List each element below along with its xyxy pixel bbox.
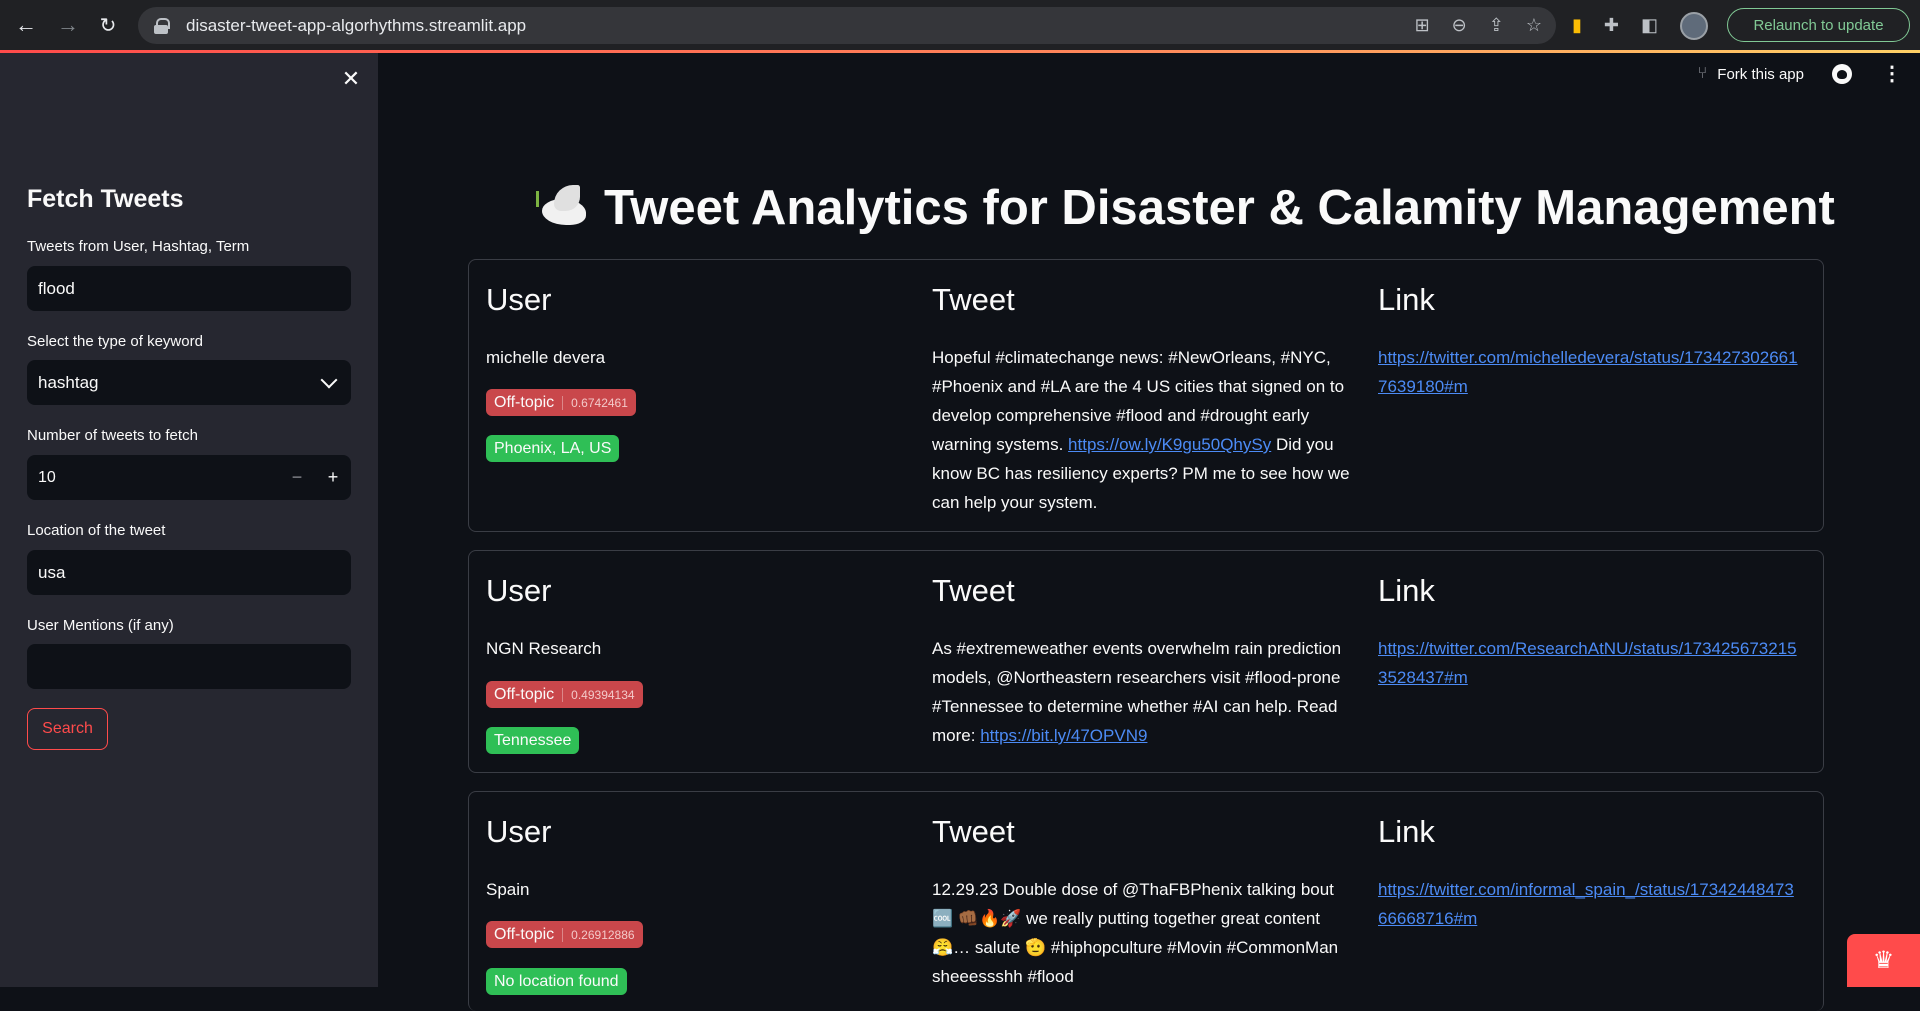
mentions-input-wrapper[interactable] <box>27 644 351 689</box>
link-header: Link <box>1378 814 1435 849</box>
topic-score: 0.26912886 <box>562 927 635 942</box>
location-label: Location of the tweet <box>27 522 166 539</box>
tweet-inline-link[interactable]: https://bit.ly/47OPVN9 <box>980 726 1147 745</box>
tweet-card: User Tweet Link Spain Off-topic 0.269128… <box>468 791 1824 1011</box>
mentions-label: User Mentions (if any) <box>27 617 174 634</box>
location-badge: No location found <box>486 968 627 995</box>
sidebar-title: Fetch Tweets <box>27 185 184 213</box>
term-input[interactable] <box>38 278 351 299</box>
keyword-type-select[interactable]: hashtag <box>27 360 351 405</box>
side-panel-icon[interactable]: ◧ <box>1641 15 1658 36</box>
topic-label: Off-topic <box>494 393 555 411</box>
github-icon[interactable] <box>1832 64 1852 84</box>
user-header: User <box>486 282 552 317</box>
topic-badge: Off-topic 0.6742461 <box>486 389 636 416</box>
page-title: Tweet Analytics for Disaster & Calamity … <box>604 181 1835 235</box>
close-sidebar-icon[interactable]: ✕ <box>339 67 363 91</box>
term-input-wrapper[interactable] <box>27 266 351 311</box>
increment-button[interactable]: + <box>315 455 351 500</box>
user-header: User <box>486 573 552 608</box>
reload-icon[interactable]: ↻ <box>88 5 128 45</box>
install-app-icon[interactable]: ⊞ <box>1415 15 1430 36</box>
extension-icon[interactable]: ▮ <box>1572 15 1582 36</box>
link-header: Link <box>1378 573 1435 608</box>
bookmark-star-icon[interactable]: ☆ <box>1526 15 1542 36</box>
chevron-down-icon[interactable] <box>320 371 338 389</box>
share-icon[interactable]: ⇪ <box>1489 15 1504 36</box>
mentions-input[interactable] <box>38 656 351 677</box>
puzzle-extensions-icon[interactable]: ✚ <box>1604 15 1619 36</box>
tweet-user: NGN Research <box>486 639 602 658</box>
more-menu-icon[interactable]: ⋮ <box>1882 64 1902 84</box>
topic-score: 0.49394134 <box>562 687 635 702</box>
browser-chrome: ← → ↻ disaster-tweet-app-algorhythms.str… <box>0 0 1920 53</box>
tweet-user: Spain <box>486 880 530 899</box>
keyword-type-label: Select the type of keyword <box>27 333 203 350</box>
fork-icon[interactable]: ⑂ <box>1698 65 1708 83</box>
relaunch-button[interactable]: Relaunch to update <box>1727 8 1910 42</box>
app-toolbar: ⑂ Fork this app ⋮ <box>1698 64 1902 84</box>
tweet-header: Tweet <box>932 573 1015 608</box>
count-stepper[interactable]: − + <box>27 455 351 500</box>
address-bar[interactable]: disaster-tweet-app-algorhythms.streamlit… <box>138 7 1556 44</box>
link-header: Link <box>1378 282 1435 317</box>
tweet-text-part: 12.29.23 Double dose of @ThaFBPhenix tal… <box>932 880 1339 986</box>
url-text[interactable]: disaster-tweet-app-algorhythms.streamlit… <box>186 16 526 36</box>
profile-avatar[interactable] <box>1680 11 1709 40</box>
tweet-text: 12.29.23 Double dose of @ThaFBPhenix tal… <box>932 875 1352 991</box>
tweet-card: User Tweet Link NGN Research Off-topic 0… <box>468 550 1824 773</box>
keyword-type-value: hashtag <box>38 372 99 392</box>
tweet-link[interactable]: https://twitter.com/ResearchAtNU/status/… <box>1378 634 1802 692</box>
topic-label: Off-topic <box>494 685 555 703</box>
dove-icon <box>536 183 590 233</box>
tweet-link[interactable]: https://twitter.com/informal_spain_/stat… <box>1378 875 1802 933</box>
location-badge: Tennessee <box>486 727 580 754</box>
back-icon[interactable]: ← <box>6 5 46 45</box>
lock-icon[interactable] <box>154 17 170 34</box>
topic-badge: Off-topic 0.49394134 <box>486 681 643 708</box>
term-label: Tweets from User, Hashtag, Term <box>27 238 250 255</box>
topic-label: Off-topic <box>494 925 555 943</box>
user-header: User <box>486 814 552 849</box>
tweet-text: Hopeful #climatechange news: #NewOrleans… <box>932 343 1352 517</box>
tweet-header: Tweet <box>932 814 1015 849</box>
tweet-link[interactable]: https://twitter.com/michelledevera/statu… <box>1378 343 1802 401</box>
location-badge: Phoenix, LA, US <box>486 435 620 462</box>
location-input-wrapper[interactable] <box>27 550 351 595</box>
location-input[interactable] <box>38 562 351 583</box>
tweet-inline-link[interactable]: https://ow.ly/K9gu50QhySy <box>1068 435 1271 454</box>
zoom-icon[interactable]: ⊖ <box>1452 15 1467 36</box>
search-button[interactable]: Search <box>27 708 108 750</box>
count-label: Number of tweets to fetch <box>27 427 198 444</box>
tweet-header: Tweet <box>932 282 1015 317</box>
forward-icon[interactable]: → <box>48 5 88 45</box>
decrement-button[interactable]: − <box>279 455 315 500</box>
sidebar: ✕ Fetch Tweets Tweets from User, Hashtag… <box>0 53 378 987</box>
tweet-text: As #extremeweather events overwhelm rain… <box>932 634 1352 750</box>
topic-score: 0.6742461 <box>562 395 628 410</box>
tweet-card: User Tweet Link michelle devera Off-topi… <box>468 259 1824 532</box>
streamlit-crown-icon[interactable]: ♛ <box>1847 934 1920 987</box>
tweet-user: michelle devera <box>486 348 606 367</box>
fork-app-button[interactable]: Fork this app <box>1717 66 1804 83</box>
page-title-row: Tweet Analytics for Disaster & Calamity … <box>536 180 1835 236</box>
topic-badge: Off-topic 0.26912886 <box>486 921 643 948</box>
